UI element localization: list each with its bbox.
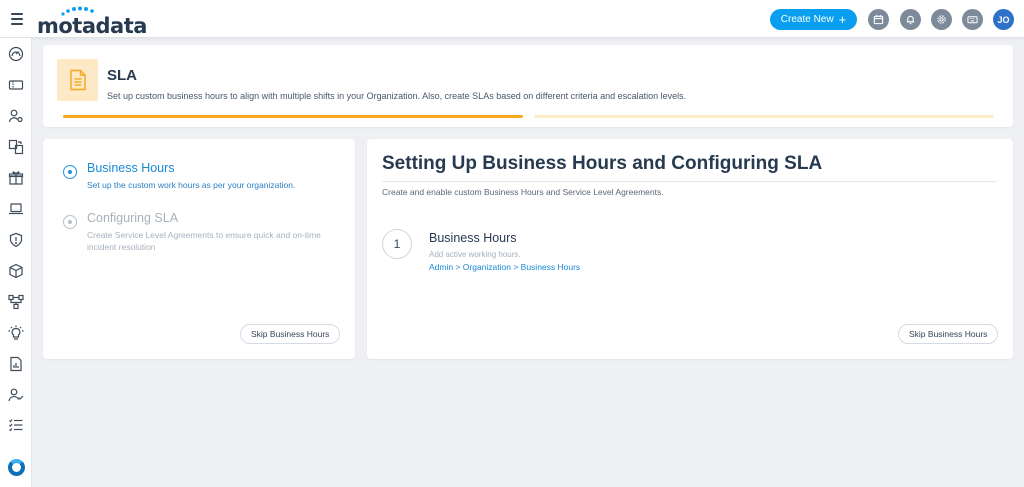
sla-header-card: SLA Set up custom business hours to alig…	[43, 45, 1013, 127]
document-icon	[57, 59, 98, 101]
business-hours-subtitle: Add active working hours.	[429, 250, 521, 259]
content-title: Setting Up Business Hours and Configurin…	[382, 153, 823, 174]
content-subtitle: Create and enable custom Business Hours …	[382, 187, 664, 197]
page-title: SLA	[107, 67, 137, 84]
laptop-icon[interactable]	[8, 201, 24, 217]
skip-business-hours-button[interactable]: Skip Business Hours	[898, 324, 999, 344]
step-radio-icon	[63, 165, 77, 179]
change-icon[interactable]	[8, 139, 24, 155]
step-title: Configuring SLA	[87, 211, 179, 225]
step-description: Create Service Level Agreements to ensur…	[87, 230, 321, 252]
workflow-icon[interactable]	[8, 294, 24, 310]
shield-icon[interactable]	[8, 232, 24, 248]
checklist-icon[interactable]	[8, 417, 24, 433]
gear-icon[interactable]	[931, 9, 952, 30]
progress-step-2	[534, 115, 994, 118]
create-new-button[interactable]: Create New +	[770, 9, 857, 30]
logo-text: motadata	[37, 14, 147, 38]
step-title: Business Hours	[87, 161, 175, 175]
progress-step-1	[63, 115, 523, 118]
user-check-icon[interactable]	[8, 387, 24, 403]
dashboard-icon[interactable]	[8, 46, 24, 62]
plus-icon: +	[838, 11, 847, 27]
business-hours-breadcrumb-link[interactable]: Admin > Organization > Business Hours	[429, 262, 580, 272]
content-card: Setting Up Business Hours and Configurin…	[367, 139, 1013, 359]
bulb-icon[interactable]	[8, 325, 24, 341]
step-radio-icon	[63, 215, 77, 229]
bell-icon[interactable]	[900, 9, 921, 30]
report-icon[interactable]	[8, 356, 24, 372]
business-hours-title: Business Hours	[429, 231, 517, 245]
hamburger-menu-icon[interactable]	[11, 13, 23, 25]
keyboard-icon[interactable]	[962, 9, 983, 30]
ticket-icon[interactable]	[8, 77, 24, 93]
user-settings-icon[interactable]	[8, 108, 24, 124]
sidebar	[0, 38, 32, 487]
brand-ring-icon[interactable]	[8, 459, 25, 476]
calendar-icon[interactable]	[868, 9, 889, 30]
skip-business-hours-button[interactable]: Skip Business Hours	[240, 324, 341, 344]
cube-icon[interactable]	[8, 263, 24, 279]
steps-card: Business Hours Set up the custom work ho…	[43, 139, 355, 359]
page-subtitle: Set up custom business hours to align wi…	[107, 91, 687, 101]
divider	[382, 181, 997, 182]
top-bar: motadata Create New + JO	[0, 0, 1024, 38]
step-description: Set up the custom work hours as per your…	[87, 180, 296, 190]
step-number-badge: 1	[382, 229, 412, 259]
create-new-label: Create New	[780, 14, 834, 25]
gift-icon[interactable]	[8, 170, 24, 186]
user-avatar[interactable]: JO	[993, 9, 1014, 30]
